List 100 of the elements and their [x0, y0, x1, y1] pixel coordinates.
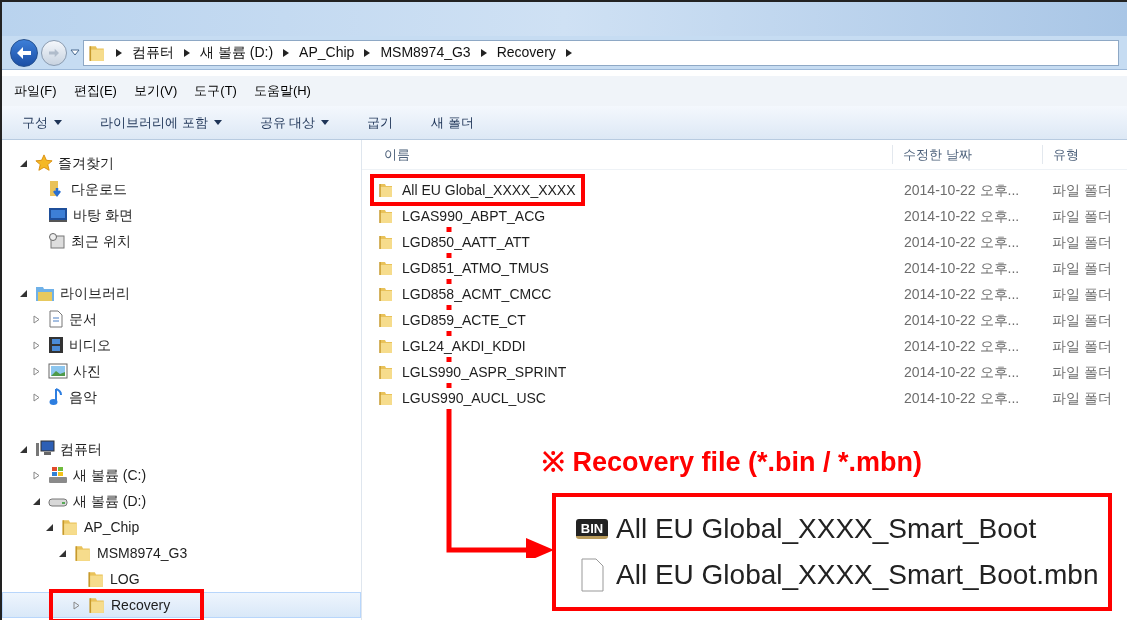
breadcrumb-arrow-icon[interactable]	[116, 48, 122, 57]
tree-item[interactable]: 바탕 화면	[2, 202, 361, 228]
dropdown-caret-icon	[54, 120, 62, 125]
breadcrumb-item[interactable]: AP_Chip	[299, 42, 355, 63]
dropdown-caret-icon	[213, 120, 222, 125]
expanded-triangle-icon[interactable]	[33, 497, 40, 505]
address-field[interactable]: 컴퓨터 새 볼륨 (D:) AP_Chip MSM8974_G3 Recovery	[83, 39, 1119, 66]
tree-item[interactable]: 컴퓨터	[2, 436, 361, 462]
back-arrow-icon	[16, 45, 32, 60]
menu-item[interactable]: 파일(F)	[14, 81, 57, 101]
forward-arrow-icon	[48, 47, 60, 58]
folder-icon	[378, 286, 394, 302]
file-name[interactable]: LGLS990_ASPR_SPRINT	[402, 361, 567, 383]
date-cell-text: 2014-10-22 오후...	[903, 232, 1021, 252]
file-name: All EU Global_XXXX_Smart_Boot	[616, 512, 1037, 546]
type-cell-text: 파일 폴더	[1051, 180, 1113, 200]
toolbar-button[interactable]: 라이브러리에 포함	[100, 112, 222, 133]
library-icon	[35, 284, 55, 302]
folder-icon	[378, 260, 394, 276]
landscape-picture-icon	[48, 363, 68, 379]
tree-item[interactable]: 음악	[2, 384, 361, 410]
breadcrumb-arrow-icon[interactable]	[480, 48, 487, 57]
history-dropdown-icon[interactable]	[70, 48, 80, 57]
toolbar-button[interactable]: 굽기	[367, 112, 394, 133]
tree-item[interactable]: LOG	[2, 566, 361, 592]
menu-item[interactable]: 편집(E)	[73, 81, 117, 101]
folder-icon	[378, 312, 394, 328]
date-cell-text: 2014-10-22 오후...	[903, 388, 1021, 408]
breadcrumb-arrow-icon[interactable]	[565, 48, 572, 57]
collapsed-triangle-icon[interactable]	[33, 470, 40, 480]
expanded-triangle-icon[interactable]	[46, 523, 53, 531]
column-header[interactable]: 유형	[1042, 144, 1127, 165]
breadcrumb-arrow-icon[interactable]	[184, 48, 190, 57]
expanded-triangle-icon[interactable]	[20, 159, 27, 167]
menu-item[interactable]: 도움말(H)	[253, 81, 311, 101]
folder-icon	[378, 208, 394, 224]
date-cell-text: 2014-10-22 오후...	[903, 284, 1021, 304]
date-cell-text: 2014-10-22 오후...	[903, 206, 1021, 226]
breadcrumb-arrow-icon[interactable]	[283, 48, 290, 57]
tree-item[interactable]: AP_Chip	[2, 514, 361, 540]
type-cell-text: 파일 폴더	[1051, 284, 1113, 304]
collapsed-triangle-icon[interactable]	[33, 340, 40, 350]
tree-item[interactable]: MSM8974_G3	[2, 540, 361, 566]
menu-item[interactable]: 보기(V)	[133, 81, 178, 101]
expanded-triangle-icon[interactable]	[59, 549, 66, 557]
system-drive-icon	[48, 466, 68, 484]
folder-icon	[88, 43, 106, 62]
tree-item[interactable]: 새 볼륨 (C:)	[2, 462, 361, 488]
collapsed-triangle-icon[interactable]	[33, 366, 40, 376]
file-name[interactable]: LGD850_AATT_ATT	[402, 231, 530, 253]
folder-icon	[74, 544, 92, 562]
collapsed-triangle-icon[interactable]	[33, 392, 40, 402]
back-button[interactable]	[10, 38, 38, 67]
tree-item[interactable]: 다운로드	[2, 176, 361, 202]
tree-item[interactable]: 라이브러리	[2, 280, 361, 306]
tree-item[interactable]: 사진	[2, 358, 361, 384]
bin-file-icon: BIN	[576, 519, 608, 539]
breadcrumb-item[interactable]: Recovery	[496, 42, 556, 63]
star-icon	[35, 154, 53, 172]
type-cell-text: 파일 폴더	[1051, 336, 1113, 356]
date-cell-text: 2014-10-22 오후...	[903, 180, 1021, 200]
file-name[interactable]: LGD859_ACTE_CT	[402, 309, 526, 331]
toolbar-button[interactable]: 새 폴더	[431, 112, 474, 133]
folder-icon	[378, 390, 394, 406]
monitor-icon	[48, 207, 68, 223]
menu-item[interactable]: 도구(T)	[194, 81, 237, 101]
computer-icon	[35, 440, 55, 458]
column-header[interactable]: 이름	[362, 144, 892, 165]
file-name[interactable]: LGD851_ATMO_TMUS	[402, 257, 549, 279]
tree-item[interactable]: 문서	[2, 306, 361, 332]
folder-icon	[88, 596, 106, 614]
folder-icon	[378, 364, 394, 380]
breadcrumb-item[interactable]: MSM8974_G3	[380, 42, 471, 63]
file-name[interactable]: LGL24_AKDI_KDDI	[402, 335, 526, 357]
date-cell-text: 2014-10-22 오후...	[903, 310, 1021, 330]
breadcrumb-item[interactable]: 컴퓨터	[132, 42, 174, 63]
file-name: All EU Global_XXXX_Smart_Boot.mbn	[616, 558, 1099, 592]
tree-item[interactable]: 즐겨찾기	[2, 150, 361, 176]
collapsed-triangle-icon[interactable]	[33, 314, 40, 324]
tree-item[interactable]: Recovery	[2, 592, 361, 618]
tree-item[interactable]: 최근 위치	[2, 228, 361, 254]
type-cell-text: 파일 폴더	[1051, 388, 1113, 408]
collapsed-triangle-icon[interactable]	[73, 600, 80, 610]
document-icon	[48, 310, 64, 328]
tree-item[interactable]: 새 볼륨 (D:)	[2, 488, 361, 514]
date-cell-text: 2014-10-22 오후...	[903, 362, 1021, 382]
date-cell-text: 2014-10-22 오후...	[903, 258, 1021, 278]
breadcrumb-arrow-icon[interactable]	[364, 48, 371, 57]
tree-item[interactable]: 비디오	[2, 332, 361, 358]
file-name[interactable]: LGD858_ACMT_CMCC	[402, 283, 552, 305]
folder-icon	[87, 570, 105, 588]
toolbar-button[interactable]: 공유 대상	[259, 112, 330, 133]
column-header[interactable]: 수정한 날짜	[892, 144, 1042, 165]
date-cell-text: 2014-10-22 오후...	[903, 336, 1021, 356]
file-name[interactable]: LGUS990_AUCL_USC	[402, 387, 546, 409]
toolbar-button[interactable]: 구성	[22, 112, 62, 133]
dropdown-caret-icon	[321, 120, 330, 125]
expanded-triangle-icon[interactable]	[20, 289, 27, 297]
expanded-triangle-icon[interactable]	[20, 445, 27, 453]
breadcrumb-item[interactable]: 새 볼륨 (D:)	[200, 42, 274, 63]
